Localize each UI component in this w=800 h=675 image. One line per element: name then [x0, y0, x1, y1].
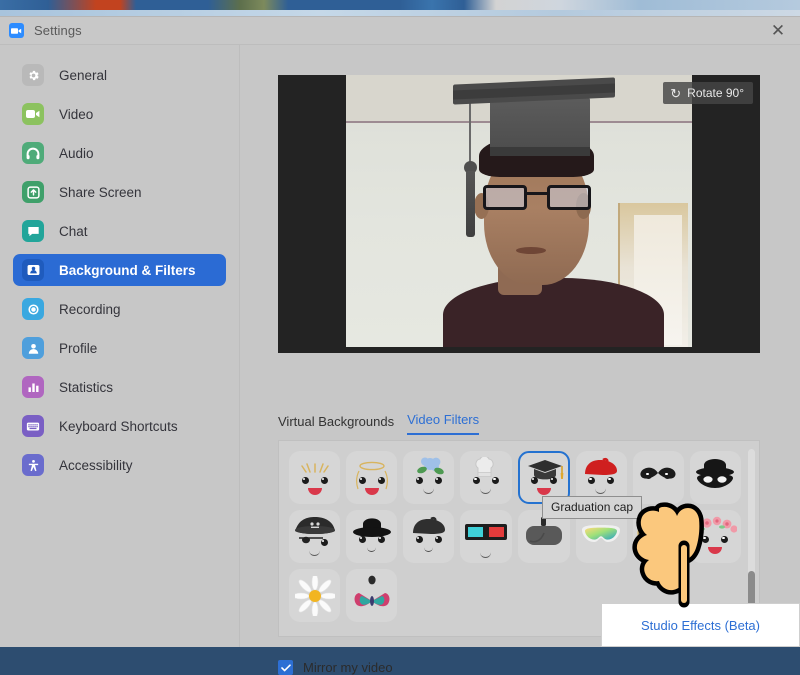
- daisy-icon: [291, 575, 339, 617]
- filter-tile-pirate-hat[interactable]: [289, 510, 340, 563]
- filters-scrollbar[interactable]: [748, 449, 755, 629]
- filter-tile-hydrangea[interactable]: [403, 451, 454, 504]
- mirror-my-video-checkbox[interactable]: [278, 660, 293, 675]
- sidebar-item-background-and-filters[interactable]: Background & Filters: [13, 254, 226, 286]
- rotate-90-button[interactable]: ↻ Rotate 90°: [663, 82, 753, 104]
- bandit-hat-mask-icon: [691, 457, 739, 499]
- bar-chart-icon: [22, 376, 44, 398]
- filter-tile-butterfly[interactable]: [346, 569, 397, 622]
- black-fedora-icon: [348, 516, 396, 558]
- studio-effects-button[interactable]: Studio Effects (Beta): [601, 603, 800, 647]
- mirror-my-video-row: Mirror my video: [278, 660, 393, 675]
- red-beret-icon: [577, 457, 625, 499]
- filter-tile-black-beret[interactable]: [403, 510, 454, 563]
- sidebar-item-label: Profile: [59, 341, 97, 356]
- sidebar-item-label: Accessibility: [59, 458, 133, 473]
- halo-icon: [348, 457, 396, 499]
- mustache-icon: [634, 457, 682, 499]
- sparkle-crown-icon: [291, 457, 339, 499]
- vr-headset-icon: [520, 516, 568, 558]
- sidebar-item-chat[interactable]: Chat: [13, 215, 226, 247]
- sidebar-item-accessibility[interactable]: Accessibility: [13, 449, 226, 481]
- sidebar-item-label: Video: [59, 107, 93, 122]
- flower-crown-icon: [691, 516, 739, 558]
- sidebar-item-profile[interactable]: Profile: [13, 332, 226, 364]
- filter-tooltip: Graduation cap: [542, 496, 642, 519]
- studio-effects-label: Studio Effects (Beta): [641, 618, 760, 633]
- black-beret-icon: [405, 516, 453, 558]
- filter-tile-3d-glasses[interactable]: [460, 510, 511, 563]
- sidebar-item-label: Keyboard Shortcuts: [59, 419, 178, 434]
- window-body: General Video Audio Share Screen: [0, 45, 800, 647]
- window-title: Settings: [34, 23, 82, 38]
- sidebar-item-audio[interactable]: Audio: [13, 137, 226, 169]
- tab-video-filters[interactable]: Video Filters: [407, 412, 479, 435]
- gear-icon: [22, 64, 44, 86]
- sidebar-item-share-screen[interactable]: Share Screen: [13, 176, 226, 208]
- sidebar-item-label: Background & Filters: [59, 263, 196, 278]
- sidebar-item-label: Share Screen: [59, 185, 142, 200]
- sidebar-item-recording[interactable]: Recording: [13, 293, 226, 325]
- keyboard-icon: [22, 415, 44, 437]
- round-sunglasses-icon: [634, 516, 682, 558]
- ski-goggles-icon: [577, 516, 625, 558]
- graduation-cap-icon: [520, 457, 568, 499]
- sidebar-item-keyboard-shortcuts[interactable]: Keyboard Shortcuts: [13, 410, 226, 442]
- sidebar-item-label: General: [59, 68, 107, 83]
- headphones-icon: [22, 142, 44, 164]
- 3d-glasses-icon: [462, 516, 510, 558]
- person-icon: [22, 337, 44, 359]
- accessibility-icon: [22, 454, 44, 476]
- webcam-feed-image: [346, 75, 692, 347]
- pirate-hat-eyepatch-icon: [291, 516, 339, 558]
- butterfly-icon: [348, 575, 396, 617]
- sidebar-item-label: Audio: [59, 146, 94, 161]
- filter-tile-sparkle-crown[interactable]: [289, 451, 340, 504]
- tab-virtual-backgrounds[interactable]: Virtual Backgrounds: [278, 414, 394, 435]
- filter-tile-daisy[interactable]: [289, 569, 340, 622]
- settings-content: ↻ Rotate 90° Virtual Backgrounds Video F…: [240, 45, 800, 647]
- chef-hat-icon: [462, 457, 510, 499]
- background-browser-taskbar: [0, 0, 800, 10]
- filter-tile-flower-crown[interactable]: [690, 510, 741, 563]
- settings-window: Settings ✕ General Video A: [0, 16, 800, 646]
- mirror-my-video-label: Mirror my video: [303, 660, 393, 675]
- person-card-icon: [22, 259, 44, 281]
- rotate-button-label: Rotate 90°: [687, 86, 744, 100]
- share-screen-icon: [22, 181, 44, 203]
- record-icon: [22, 298, 44, 320]
- video-preview: ↻ Rotate 90°: [278, 75, 760, 353]
- window-titlebar: Settings ✕: [0, 17, 800, 44]
- sidebar-item-label: Statistics: [59, 380, 113, 395]
- zoom-logo-icon: [9, 23, 24, 38]
- video-preview-container: ↻ Rotate 90°: [278, 75, 760, 353]
- rotate-icon: ↻: [670, 87, 681, 100]
- filter-tile-fedora[interactable]: [346, 510, 397, 563]
- filter-tile-bandit-hat[interactable]: [690, 451, 741, 504]
- settings-sidebar: General Video Audio Share Screen: [0, 45, 240, 647]
- sidebar-item-video[interactable]: Video: [13, 98, 226, 130]
- filter-tile-chef-hat[interactable]: [460, 451, 511, 504]
- sidebar-item-general[interactable]: General: [13, 59, 226, 91]
- close-icon[interactable]: ✕: [756, 17, 800, 44]
- sidebar-item-label: Recording: [59, 302, 121, 317]
- filters-tabs: Virtual Backgrounds Video Filters: [278, 412, 492, 435]
- camera-icon: [22, 103, 44, 125]
- filter-tile-halo[interactable]: [346, 451, 397, 504]
- chat-bubble-icon: [22, 220, 44, 242]
- sidebar-item-label: Chat: [59, 224, 88, 239]
- blue-flower-icon: [405, 457, 453, 499]
- sidebar-item-statistics[interactable]: Statistics: [13, 371, 226, 403]
